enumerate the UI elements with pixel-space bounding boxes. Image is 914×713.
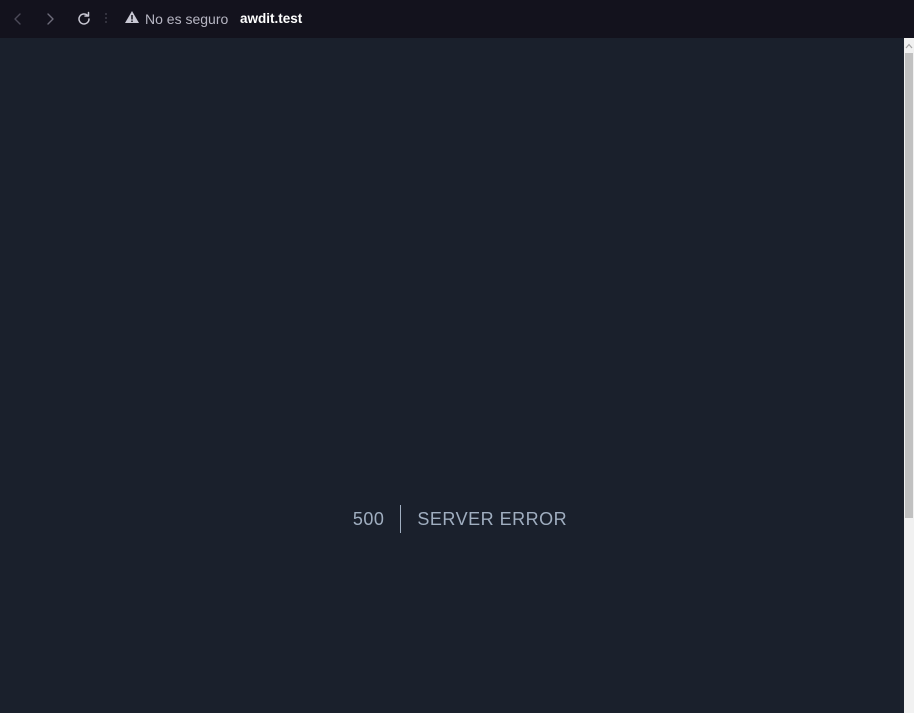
- chevron-left-icon: [11, 12, 25, 26]
- scroll-thumb[interactable]: [905, 53, 913, 518]
- toolbar-divider: [105, 13, 107, 25]
- back-button[interactable]: [6, 7, 30, 31]
- error-container: 500 SERVER ERROR: [0, 505, 904, 533]
- chevron-right-icon: [43, 12, 57, 26]
- security-label: No es seguro: [145, 11, 229, 27]
- scroll-up-button[interactable]: [904, 38, 914, 52]
- address-bar-url[interactable]: awdit.test: [240, 10, 302, 28]
- warning-triangle-icon: [124, 10, 140, 29]
- reload-icon: [76, 11, 92, 27]
- page-viewport: 500 SERVER ERROR: [0, 38, 904, 713]
- vertical-scrollbar[interactable]: [904, 38, 914, 713]
- security-indicator[interactable]: No es seguro: [124, 10, 228, 28]
- browser-toolbar: No es seguro awdit.test: [0, 0, 914, 38]
- forward-button[interactable]: [38, 7, 62, 31]
- error-code: 500: [353, 505, 402, 533]
- error-message: SERVER ERROR: [417, 509, 568, 529]
- caret-up-icon: [905, 36, 913, 54]
- reload-button[interactable]: [72, 7, 96, 31]
